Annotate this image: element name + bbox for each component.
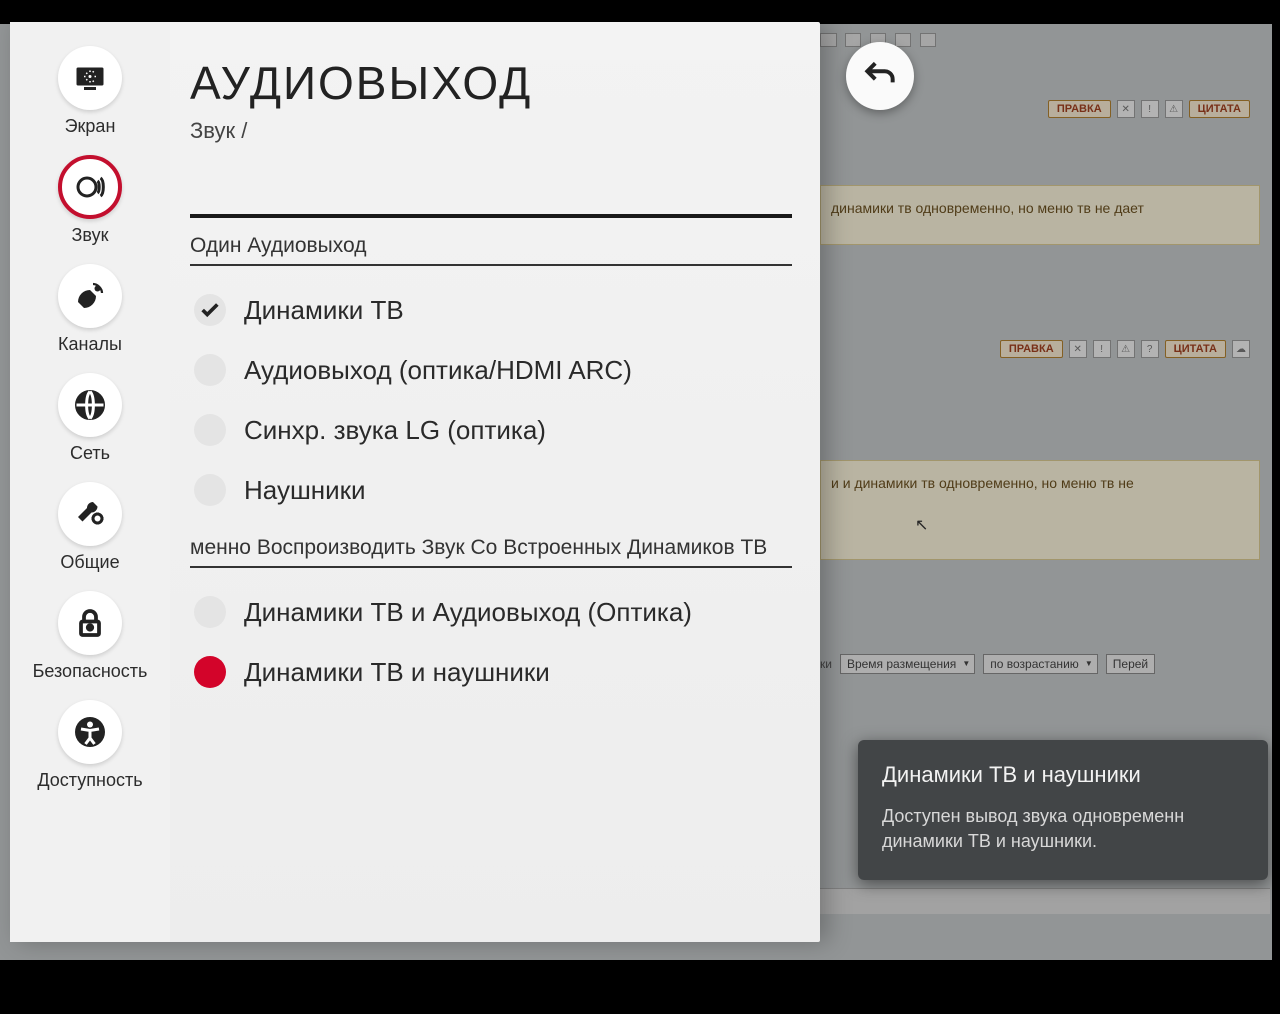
divider bbox=[190, 214, 792, 218]
radio-icon bbox=[194, 596, 226, 628]
option-optical-hdmi-arc[interactable]: Аудиовыход (оптика/HDMI ARC) bbox=[190, 340, 792, 400]
option-tv-and-headphones[interactable]: Динамики ТВ и наушники bbox=[190, 642, 792, 702]
lock-icon bbox=[58, 591, 122, 655]
sidebar-item-network[interactable]: Сеть bbox=[10, 373, 170, 464]
edit-button[interactable]: ПРАВКА bbox=[1048, 100, 1111, 118]
option-label: Аудиовыход (оптика/HDMI ARC) bbox=[244, 355, 632, 386]
option-label: Синхр. звука LG (оптика) bbox=[244, 415, 546, 446]
quote-button[interactable]: ЦИТАТА bbox=[1165, 340, 1226, 358]
post-actions-row: ПРАВКА ✕ ! ⚠ ЦИТАТА bbox=[1048, 100, 1250, 118]
sidebar-item-security[interactable]: Безопасность bbox=[10, 591, 170, 682]
radio-selected-icon bbox=[194, 656, 226, 688]
browser-statusbar bbox=[820, 888, 1270, 914]
sidebar-item-label: Доступность bbox=[37, 770, 142, 791]
sidebar-item-screen[interactable]: Экран bbox=[10, 46, 170, 137]
tooltip-title: Динамики ТВ и наушники bbox=[882, 762, 1244, 788]
globe-icon bbox=[58, 373, 122, 437]
sort-order-select[interactable]: по возрастанию bbox=[983, 654, 1098, 674]
screen-icon bbox=[58, 46, 122, 110]
sort-field-select[interactable]: Время размещения bbox=[840, 654, 975, 674]
post-actions-row: ПРАВКА ✕ ! ⚠ ? ЦИТАТА ☁ bbox=[1000, 340, 1250, 358]
edit-button[interactable]: ПРАВКА bbox=[1000, 340, 1063, 358]
tooltip-body: Доступен вывод звука одновременн динамик… bbox=[882, 804, 1244, 854]
forum-post: динамики тв одновременно, но меню тв не … bbox=[820, 185, 1260, 245]
sidebar-item-label: Сеть bbox=[70, 443, 110, 464]
warn-icon[interactable]: ! bbox=[1093, 340, 1111, 358]
accessibility-icon bbox=[58, 700, 122, 764]
settings-main: АУДИОВЫХОД Звук / Один Аудиовыход Динами… bbox=[170, 22, 820, 942]
sidebar-item-label: Звук bbox=[72, 225, 109, 246]
breadcrumb: Звук / bbox=[190, 118, 792, 144]
letterbox-right bbox=[1272, 0, 1280, 1014]
sidebar-item-label: Экран bbox=[65, 116, 116, 137]
back-button[interactable] bbox=[846, 42, 914, 110]
quote-button[interactable]: ЦИТАТА bbox=[1189, 100, 1250, 118]
section-header-simultaneous: менно Воспроизводить Звук Со Встроенных … bbox=[190, 526, 792, 568]
tv-settings-panel: Экран Звук Каналы Сеть Общие bbox=[10, 22, 820, 942]
browser-tab bbox=[920, 33, 937, 47]
back-arrow-icon bbox=[861, 57, 899, 95]
sidebar-item-sound[interactable]: Звук bbox=[10, 155, 170, 246]
help-tooltip: Динамики ТВ и наушники Доступен вывод зв… bbox=[858, 740, 1268, 880]
go-button[interactable]: Перей bbox=[1106, 654, 1155, 674]
option-label: Динамики ТВ и Аудиовыход (Оптика) bbox=[244, 597, 692, 628]
sidebar-item-label: Общие bbox=[60, 552, 119, 573]
delete-icon[interactable]: ✕ bbox=[1117, 100, 1135, 118]
browser-tab bbox=[895, 33, 912, 47]
option-group-single: Динамики ТВ Аудиовыход (оптика/HDMI ARC)… bbox=[190, 280, 792, 520]
page-title: АУДИОВЫХОД bbox=[190, 56, 792, 110]
letterbox-bottom bbox=[0, 960, 1280, 1014]
radio-icon bbox=[194, 414, 226, 446]
mouse-cursor-icon: ↖ bbox=[915, 515, 928, 535]
option-label: Динамики ТВ и наушники bbox=[244, 657, 550, 688]
option-headphones[interactable]: Наушники bbox=[190, 460, 792, 520]
forum-post: и и динамики тв одновременно, но меню тв… bbox=[820, 460, 1260, 560]
settings-sidebar: Экран Звук Каналы Сеть Общие bbox=[10, 22, 170, 942]
radio-checked-icon bbox=[194, 294, 226, 326]
option-group-simultaneous: Динамики ТВ и Аудиовыход (Оптика) Динами… bbox=[190, 582, 792, 702]
sound-icon bbox=[58, 155, 122, 219]
warn-icon[interactable]: ! bbox=[1141, 100, 1159, 118]
radio-icon bbox=[194, 354, 226, 386]
option-tv-speakers[interactable]: Динамики ТВ bbox=[190, 280, 792, 340]
option-tv-and-optical[interactable]: Динамики ТВ и Аудиовыход (Оптика) bbox=[190, 582, 792, 642]
sidebar-item-label: Безопасность bbox=[33, 661, 148, 682]
section-header-single: Один Аудиовыход bbox=[190, 224, 792, 266]
browser-tab bbox=[845, 33, 862, 47]
option-label: Наушники bbox=[244, 475, 366, 506]
option-label: Динамики ТВ bbox=[244, 295, 404, 326]
browser-tab bbox=[820, 33, 837, 47]
sort-label: ки bbox=[820, 657, 832, 671]
sort-controls: ки Время размещения по возрастанию Перей bbox=[820, 650, 1270, 678]
question-icon[interactable]: ? bbox=[1141, 340, 1159, 358]
sidebar-item-accessibility[interactable]: Доступность bbox=[10, 700, 170, 791]
apple-icon[interactable]: ☁ bbox=[1232, 340, 1250, 358]
radio-icon bbox=[194, 474, 226, 506]
sidebar-item-channels[interactable]: Каналы bbox=[10, 264, 170, 355]
tools-icon bbox=[58, 482, 122, 546]
delete-icon[interactable]: ✕ bbox=[1069, 340, 1087, 358]
warn-icon[interactable]: ⚠ bbox=[1117, 340, 1135, 358]
letterbox-top bbox=[0, 0, 1280, 24]
sidebar-item-label: Каналы bbox=[58, 334, 122, 355]
satellite-icon bbox=[58, 264, 122, 328]
sidebar-item-general[interactable]: Общие bbox=[10, 482, 170, 573]
warn-icon[interactable]: ⚠ bbox=[1165, 100, 1183, 118]
option-lg-sound-sync[interactable]: Синхр. звука LG (оптика) bbox=[190, 400, 792, 460]
